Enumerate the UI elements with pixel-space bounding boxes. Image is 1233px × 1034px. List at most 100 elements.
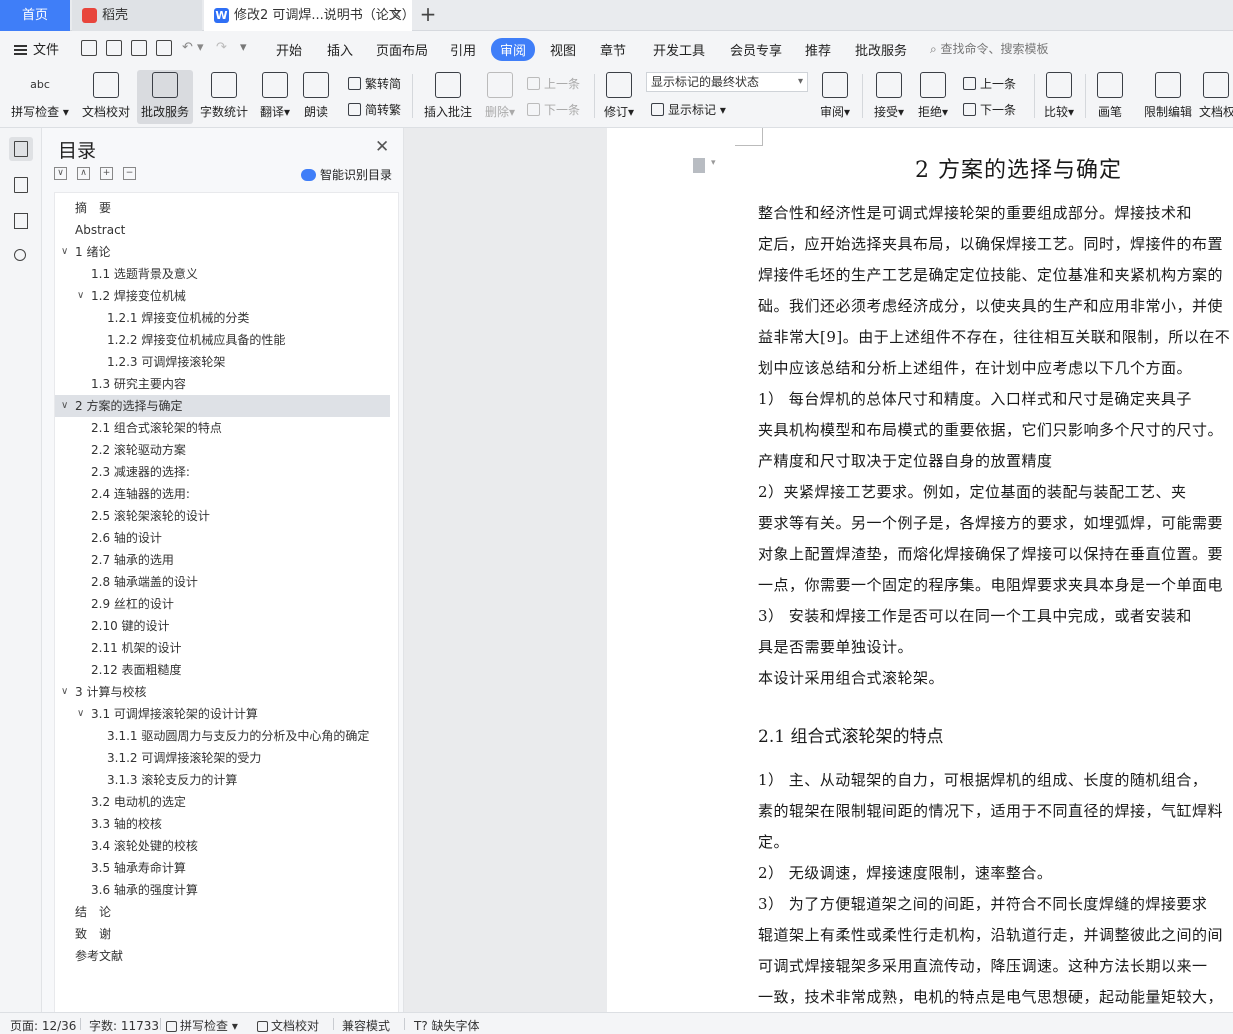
reject-button[interactable]: 拒绝▾: [914, 70, 952, 124]
markup-mode-select[interactable]: 显示标记的最终状态: [646, 72, 808, 92]
toc-item[interactable]: 3.2 电动机的选定: [55, 791, 390, 813]
to-simplified-button[interactable]: 繁转简: [348, 75, 401, 92]
review-pane-button[interactable]: 审阅▾: [816, 70, 854, 124]
missing-font-status[interactable]: T? 缺失字体: [414, 1017, 480, 1034]
insert-comment-button[interactable]: 插入批注: [420, 70, 476, 124]
next-comment-button[interactable]: 下一条: [527, 101, 580, 118]
toc-item[interactable]: 1.2.2 焊接变位机械应具备的性能: [55, 329, 390, 351]
toc-item[interactable]: ∨ 3.1 可调焊接滚轮架的设计计算: [55, 703, 390, 725]
toc-item[interactable]: 2.1 组合式滚轮架的特点: [55, 417, 390, 439]
quick-access-more-icon[interactable]: ▾: [240, 40, 247, 55]
chevron-down-icon[interactable]: ∨: [77, 703, 84, 725]
pen-button[interactable]: 画笔: [1092, 70, 1128, 124]
print-preview-icon[interactable]: [156, 40, 172, 56]
doc-proof-status[interactable]: 文档校对: [257, 1017, 319, 1034]
toc-item[interactable]: 2.6 轴的设计: [55, 527, 390, 549]
toc-item[interactable]: 2.9 丝杠的设计: [55, 593, 390, 615]
remove-heading-icon[interactable]: −: [123, 167, 136, 180]
menu-page-layout[interactable]: 页面布局: [376, 40, 428, 59]
toc-item[interactable]: ∨ 1 绪论: [55, 241, 390, 263]
toc-item[interactable]: 3.1.2 可调焊接滚轮架的受力: [55, 747, 390, 769]
to-traditional-button[interactable]: 简转繁: [348, 101, 401, 118]
smart-toc-button[interactable]: 智能识别目录: [301, 166, 392, 183]
print-icon[interactable]: [131, 40, 147, 56]
toc-item[interactable]: 3.1.3 滚轮支反力的计算: [55, 769, 390, 791]
toc-icon[interactable]: [9, 137, 33, 161]
toc-item[interactable]: ∨ 2 方案的选择与确定: [55, 395, 390, 417]
toc-item[interactable]: 2.4 连轴器的选用:: [55, 483, 390, 505]
prev-change-button[interactable]: 上一条: [963, 75, 1016, 92]
toc-item[interactable]: Abstract: [55, 219, 390, 241]
collapse-all-icon[interactable]: ∨: [54, 167, 67, 180]
compare-button[interactable]: 比较▾: [1040, 70, 1078, 124]
expand-up-icon[interactable]: ∧: [77, 167, 90, 180]
chevron-down-icon[interactable]: ∨: [77, 285, 84, 307]
toc-item[interactable]: 2.5 滚轮架滚轮的设计: [55, 505, 390, 527]
menu-start[interactable]: 开始: [276, 40, 302, 59]
toc-item[interactable]: 3.3 轴的校核: [55, 813, 390, 835]
toc-item[interactable]: 3.4 滚轮处键的校核: [55, 835, 390, 857]
accept-button[interactable]: 接受▾: [870, 70, 908, 124]
toc-item[interactable]: 2.3 减速器的选择:: [55, 461, 390, 483]
show-markup-button[interactable]: 显示标记 ▾: [651, 101, 726, 118]
menu-insert[interactable]: 插入: [327, 40, 353, 59]
toc-item[interactable]: 2.7 轴承的选用: [55, 549, 390, 571]
add-heading-icon[interactable]: +: [100, 167, 113, 180]
tab-docer[interactable]: 稻壳: [72, 0, 202, 31]
next-change-button[interactable]: 下一条: [963, 101, 1016, 118]
close-icon[interactable]: ✕: [375, 137, 389, 157]
word-counter[interactable]: 字数: 11733: [89, 1017, 159, 1034]
word-count-button[interactable]: 字数统计: [196, 70, 252, 124]
menu-view[interactable]: 视图: [550, 40, 576, 59]
chapter-nav-icon[interactable]: [9, 173, 33, 197]
menu-recommend[interactable]: 推荐: [805, 40, 831, 59]
restrict-edit-button[interactable]: 限制编辑: [1140, 70, 1196, 124]
menu-review[interactable]: 审阅: [491, 38, 536, 61]
delete-comment-button[interactable]: 删除▾: [480, 70, 520, 124]
toc-item[interactable]: 3.5 轴承寿命计算: [55, 857, 390, 879]
toc-item[interactable]: 1.2.3 可调焊接滚轮架: [55, 351, 390, 373]
chevron-down-icon[interactable]: ▾: [711, 158, 716, 168]
doc-proof-button[interactable]: 文档校对: [78, 70, 134, 124]
paragraph-menu-icon[interactable]: [693, 158, 705, 173]
toc-item[interactable]: 2.2 滚轮驱动方案: [55, 439, 390, 461]
toc-item[interactable]: 3.1.1 驱动圆周力与支反力的分析及中心角的确定: [55, 725, 390, 747]
toc-item[interactable]: 摘 要: [55, 197, 390, 219]
save-icon[interactable]: [81, 40, 97, 56]
toc-item[interactable]: 2.8 轴承端盖的设计: [55, 571, 390, 593]
doc-permission-button[interactable]: 文档权: [1199, 70, 1233, 124]
chevron-down-icon[interactable]: ∨: [61, 395, 68, 417]
export-pdf-icon[interactable]: [106, 40, 122, 56]
menu-review-service[interactable]: 批改服务: [855, 40, 907, 59]
revise-button[interactable]: 修订▾: [600, 70, 638, 124]
file-menu[interactable]: 文件: [14, 39, 59, 58]
bookmark-icon[interactable]: [9, 209, 33, 233]
toc-item[interactable]: 1.3 研究主要内容: [55, 373, 390, 395]
translate-button[interactable]: 翻译▾: [255, 70, 295, 124]
prev-comment-button[interactable]: 上一条: [527, 75, 580, 92]
toc-item[interactable]: 2.11 机架的设计: [55, 637, 390, 659]
menu-member[interactable]: 会员专享: [730, 40, 782, 59]
new-tab-button[interactable]: +: [417, 0, 439, 31]
undo-icon[interactable]: ↶ ▾: [182, 40, 204, 55]
chevron-down-icon[interactable]: ∨: [61, 681, 68, 703]
tab-home[interactable]: 首页: [0, 0, 70, 31]
toc-item[interactable]: 结 论: [55, 901, 390, 923]
toc-item[interactable]: 致 谢: [55, 923, 390, 945]
spellcheck-button[interactable]: abc 拼写检查 ▾: [8, 70, 72, 124]
toc-item[interactable]: 参考文献: [55, 945, 390, 967]
read-aloud-button[interactable]: 朗读: [298, 70, 334, 124]
menu-reference[interactable]: 引用: [450, 40, 476, 59]
search-icon[interactable]: [9, 245, 33, 269]
toc-item[interactable]: 1.2.1 焊接变位机械的分类: [55, 307, 390, 329]
document-page[interactable]: ▾ 2 方案的选择与确定 整合性和经济性是可调式焊接轮架的重要组成部分。焊接技术…: [607, 128, 1233, 1012]
tab-document[interactable]: W 修改2 可调焊...说明书（论文） ✕: [204, 0, 415, 31]
spellcheck-status[interactable]: 拼写检查 ▾: [166, 1017, 238, 1034]
toc-item[interactable]: 3.6 轴承的强度计算: [55, 879, 390, 901]
menu-chapter[interactable]: 章节: [600, 40, 626, 59]
close-tab-icon[interactable]: ✕: [391, 0, 402, 31]
menu-developer[interactable]: 开发工具: [653, 40, 705, 59]
command-search[interactable]: ⌕ 查找命令、搜索模板: [930, 40, 1049, 57]
chevron-down-icon[interactable]: ∨: [61, 241, 68, 263]
toc-item[interactable]: ∨ 1.2 焊接变位机械: [55, 285, 390, 307]
